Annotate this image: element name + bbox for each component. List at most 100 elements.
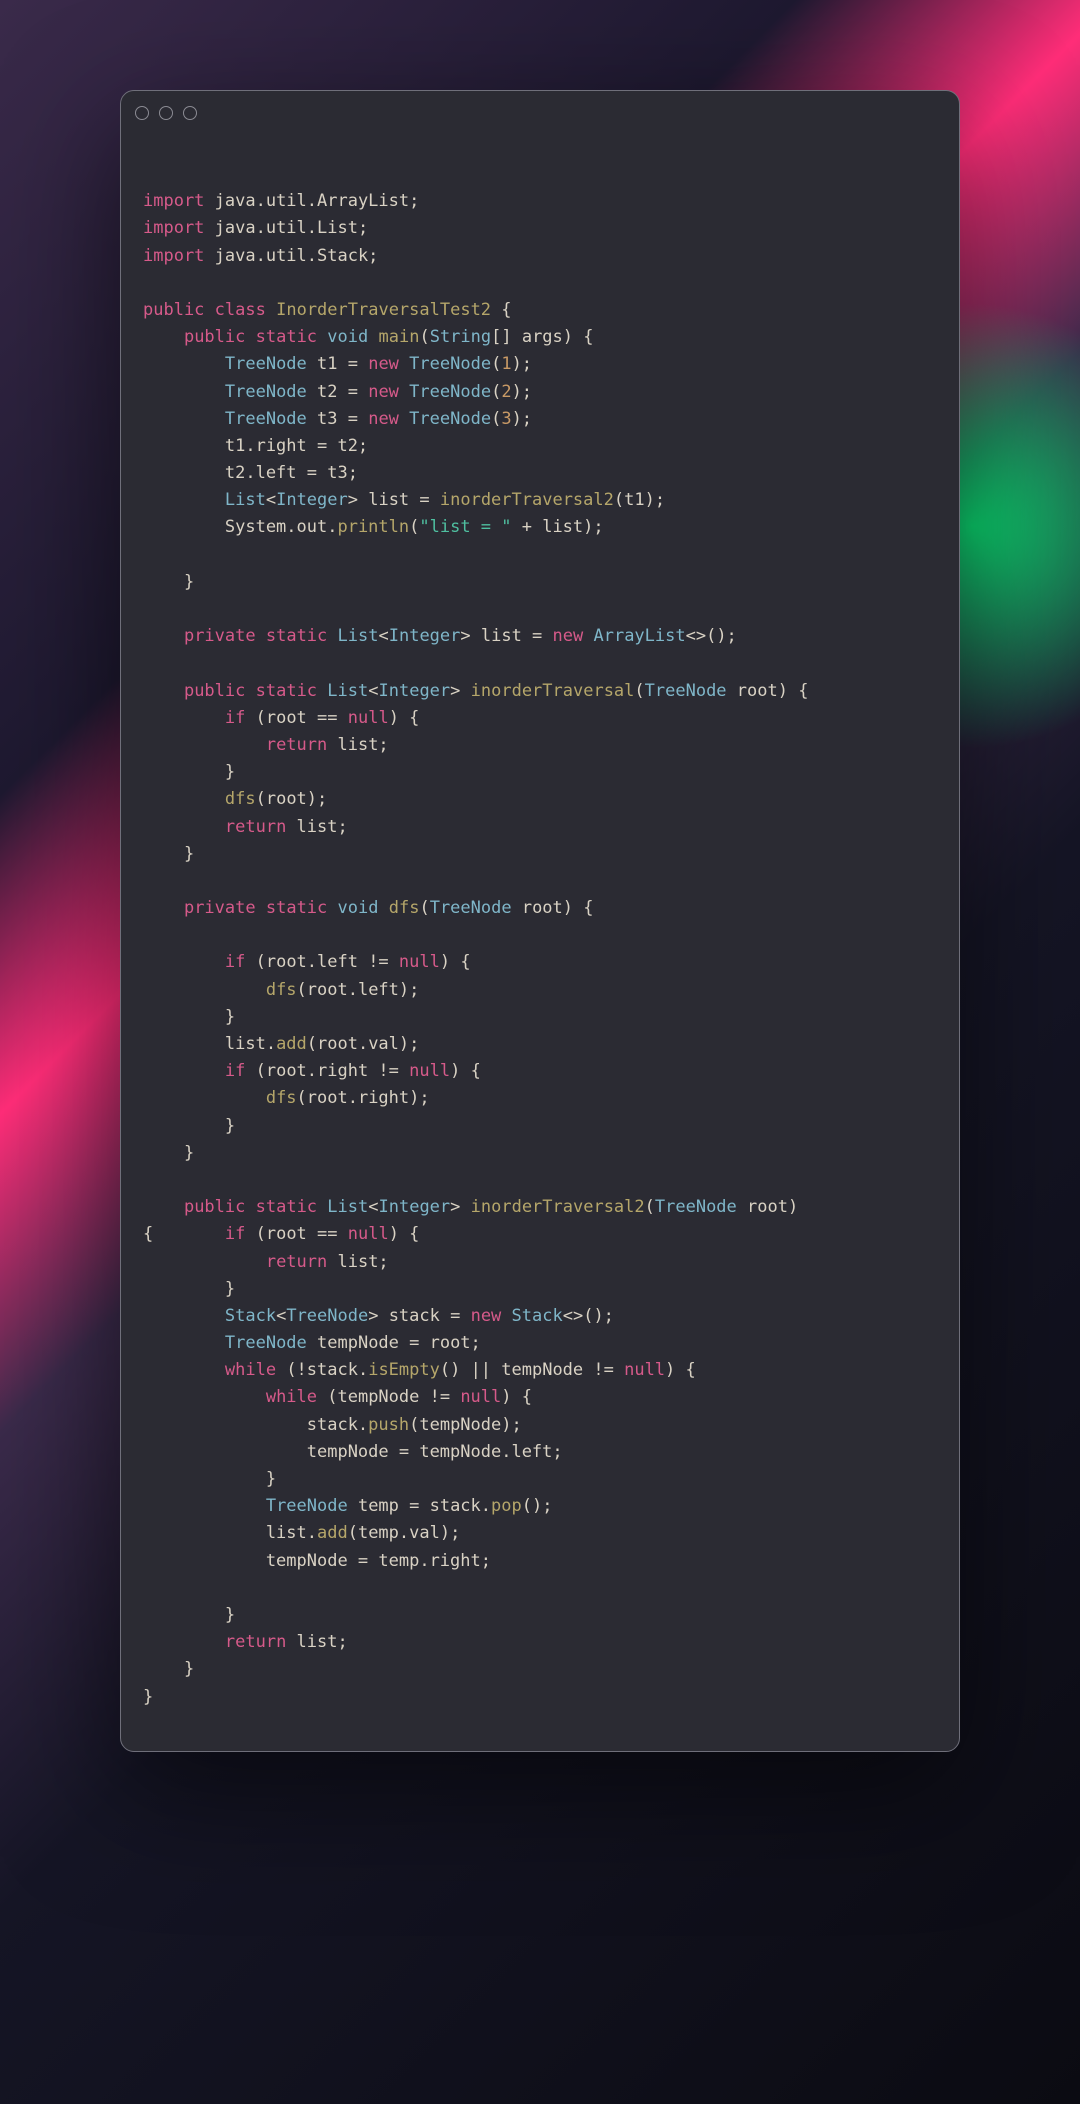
code-line: } xyxy=(143,572,194,592)
code-token: TreeNode xyxy=(409,382,491,402)
code-token xyxy=(143,681,184,701)
code-token: (root); xyxy=(256,789,328,809)
traffic-light-zoom-icon[interactable] xyxy=(183,106,197,120)
code-token: ( xyxy=(409,517,419,537)
code-token: } xyxy=(143,1279,235,1299)
code-token: while xyxy=(266,1387,317,1407)
code-token: public xyxy=(184,327,245,347)
code-token: (root.right); xyxy=(297,1088,430,1108)
code-token: <>(); xyxy=(563,1306,614,1326)
code-token: stack. xyxy=(143,1415,368,1435)
code-line: if (root.left != null) { xyxy=(143,952,471,972)
code-line: return list; xyxy=(143,1632,348,1652)
code-token: < xyxy=(266,490,276,510)
code-line: dfs(root.left); xyxy=(143,980,419,1000)
code-line: t1.right = t2; xyxy=(143,436,368,456)
code-token: + list); xyxy=(512,517,604,537)
code-token: return xyxy=(225,1632,286,1652)
code-token: < xyxy=(368,1197,378,1217)
code-token: Integer xyxy=(379,1197,451,1217)
code-token: } xyxy=(143,1116,235,1136)
code-token xyxy=(317,681,327,701)
code-token: List xyxy=(338,626,379,646)
code-token: dfs xyxy=(225,789,256,809)
code-token: (root.right != xyxy=(245,1061,409,1081)
code-token: public xyxy=(184,1197,245,1217)
code-token: import xyxy=(143,246,204,266)
code-line: t2.left = t3; xyxy=(143,463,358,483)
code-token: if xyxy=(225,952,245,972)
code-token: println xyxy=(337,517,409,537)
traffic-light-close-icon[interactable] xyxy=(135,106,149,120)
code-token: tempNode = temp.right; xyxy=(143,1551,491,1571)
code-token: () || tempNode != xyxy=(440,1360,624,1380)
code-token: (root.left != xyxy=(245,952,399,972)
code-line: return list; xyxy=(143,735,389,755)
code-token: new xyxy=(368,409,399,429)
code-token: ( xyxy=(491,409,501,429)
code-token: static xyxy=(266,626,327,646)
code-token: TreeNode xyxy=(225,354,307,374)
code-line: public static List<Integer> inorderTrave… xyxy=(143,681,808,701)
code-token: List xyxy=(327,681,368,701)
code-token: ArrayList xyxy=(593,626,685,646)
code-token: ); xyxy=(512,354,532,374)
code-line: dfs(root); xyxy=(143,789,327,809)
code-token xyxy=(143,789,225,809)
code-token xyxy=(143,1252,266,1272)
code-token xyxy=(143,735,266,755)
code-token: < xyxy=(276,1306,286,1326)
code-token: > list = xyxy=(348,490,440,510)
code-token: class xyxy=(215,300,266,320)
code-line: import java.util.ArrayList; xyxy=(143,191,419,211)
code-line: } xyxy=(143,1659,194,1679)
code-line: tempNode = tempNode.left; xyxy=(143,1442,563,1462)
code-token xyxy=(245,327,255,347)
code-token: > xyxy=(450,1197,470,1217)
code-token: add xyxy=(276,1034,307,1054)
code-token xyxy=(256,626,266,646)
code-token: } xyxy=(143,1605,235,1625)
code-token: new xyxy=(368,382,399,402)
code-token: ( xyxy=(419,898,429,918)
code-token: ) { xyxy=(440,952,471,972)
code-token xyxy=(143,1632,225,1652)
code-line: TreeNode t3 = new TreeNode(3); xyxy=(143,409,532,429)
code-token: InorderTraversalTest2 xyxy=(276,300,491,320)
code-token: pop xyxy=(491,1496,522,1516)
code-token xyxy=(501,1306,511,1326)
code-token: > list = xyxy=(460,626,552,646)
code-token: ) { xyxy=(665,1360,696,1380)
code-token xyxy=(143,626,184,646)
code-token: (t1); xyxy=(614,490,665,510)
code-token: return xyxy=(266,1252,327,1272)
code-token: if xyxy=(225,1061,245,1081)
code-token: { xyxy=(491,300,511,320)
code-token: Stack xyxy=(225,1306,276,1326)
code-token: static xyxy=(256,681,317,701)
code-token: (temp.val); xyxy=(348,1523,461,1543)
code-window: import java.util.ArrayList; import java.… xyxy=(120,90,960,1752)
code-token xyxy=(256,898,266,918)
code-token: ) { xyxy=(389,1224,420,1244)
code-token: static xyxy=(256,1197,317,1217)
code-token xyxy=(245,1197,255,1217)
code-token xyxy=(317,1197,327,1217)
code-token xyxy=(143,898,184,918)
code-token: String xyxy=(430,327,491,347)
code-token: [] args) { xyxy=(491,327,593,347)
code-token: java.util.ArrayList; xyxy=(204,191,419,211)
code-line xyxy=(143,273,153,293)
code-token: null xyxy=(624,1360,665,1380)
code-token: TreeNode xyxy=(266,1496,348,1516)
code-token: java.util.Stack; xyxy=(204,246,378,266)
code-token: if xyxy=(225,708,245,728)
traffic-light-minimize-icon[interactable] xyxy=(159,106,173,120)
code-line: } xyxy=(143,844,194,864)
code-token: ) { xyxy=(389,708,420,728)
code-token xyxy=(143,490,225,510)
code-line: } xyxy=(143,1143,194,1163)
code-token: Integer xyxy=(276,490,348,510)
code-token: root) { xyxy=(512,898,594,918)
code-token: Integer xyxy=(389,626,461,646)
